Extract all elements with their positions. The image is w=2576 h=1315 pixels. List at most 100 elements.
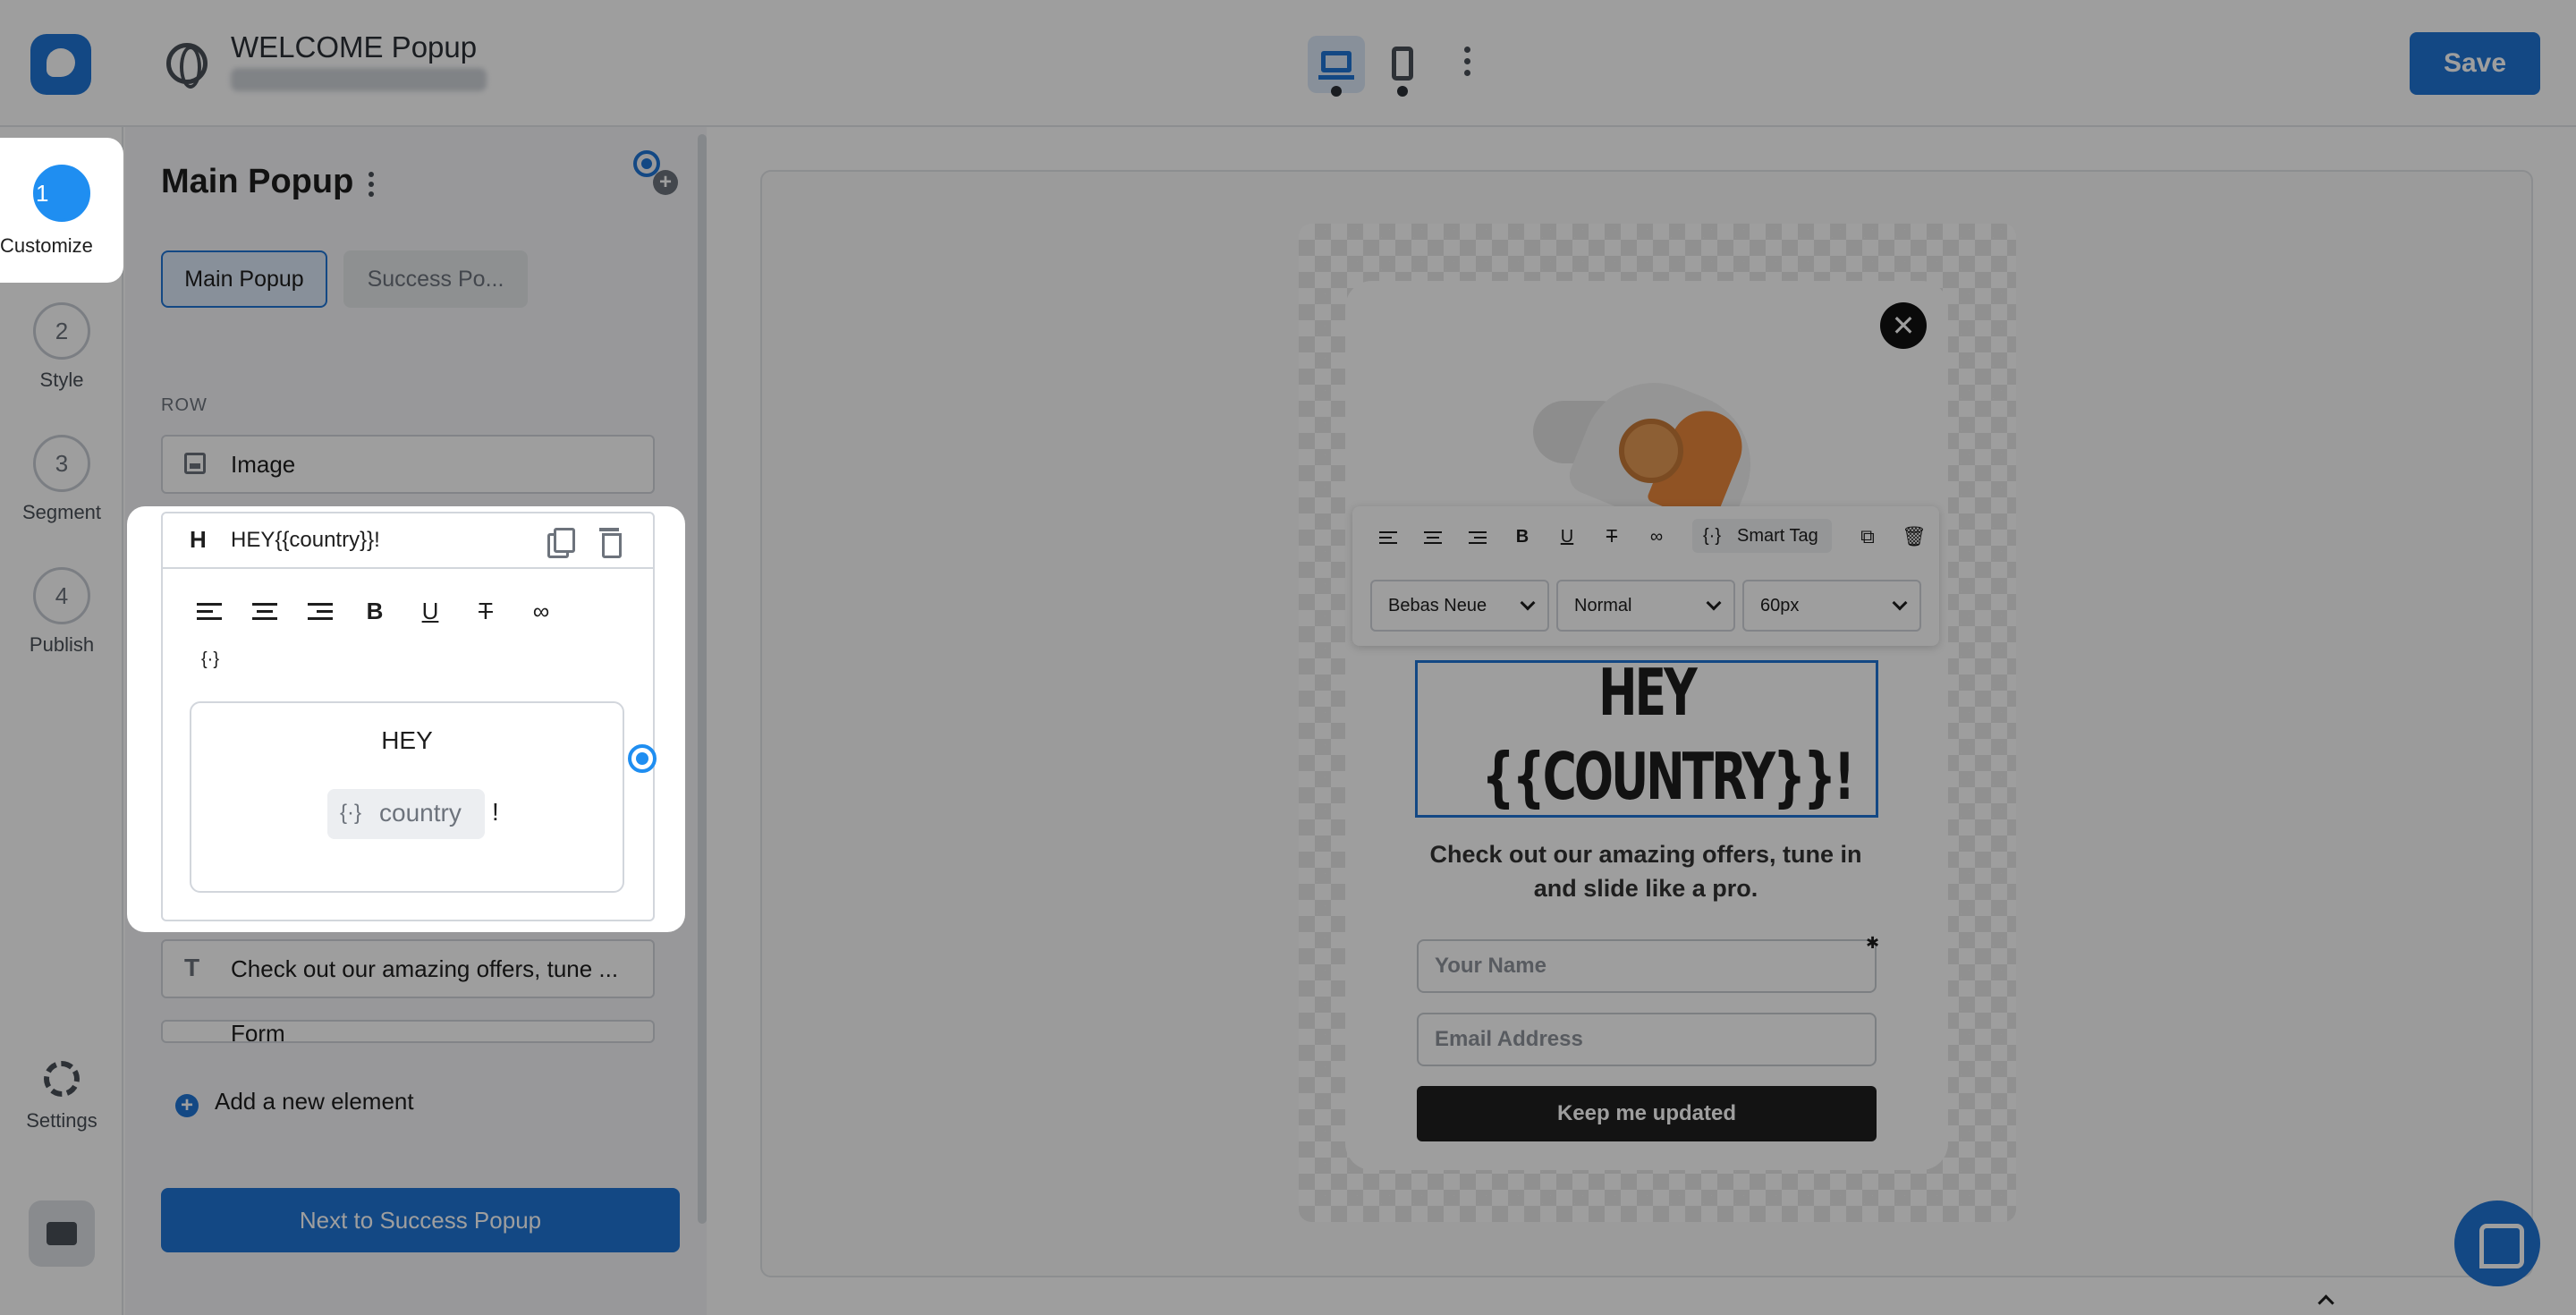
desktop-indicator-dot [1331,86,1342,97]
chevron-up-icon[interactable] [2292,1283,2361,1315]
editor-line-1: HEY [381,726,433,754]
rocket-image [1530,361,1773,550]
font-weight-select[interactable]: Normal [1556,580,1735,632]
panel-scrollbar[interactable] [698,134,707,1224]
close-icon[interactable]: ✕ [1880,302,1927,349]
font-weight-value: Normal [1574,596,1632,615]
step-label: Style [39,369,84,391]
globe-icon [166,43,208,89]
popup-url-blurred [231,68,487,91]
add-element-button[interactable]: + Add a new element [175,1088,414,1117]
step-customize[interactable]: 1 Customize [0,138,123,283]
step-number: 2 [33,302,90,360]
gear-icon [44,1061,80,1097]
briefcase-icon[interactable] [29,1200,95,1267]
tab-success-popup[interactable]: Success Po... [343,250,528,308]
save-button[interactable]: Save [2410,32,2540,95]
panel-more-icon[interactable] [367,172,376,201]
strikethrough-icon[interactable]: T [472,598,499,624]
smart-tag-icon[interactable]: {·} [197,646,224,673]
delete-icon[interactable]: 🗑 [1902,526,1927,547]
mobile-indicator-dot [1397,86,1408,97]
popup-body-text[interactable]: Check out our amazing offers, tune in an… [1413,837,1878,905]
step-label: Customize [0,234,93,257]
panel-title: Main Popup [161,163,354,200]
step-label: Segment [21,501,102,523]
more-icon[interactable] [1462,47,1472,82]
element-label: Form [231,1020,285,1043]
smart-tag-chip-label: country [379,799,462,827]
bold-icon[interactable]: B [1512,526,1533,547]
step-segment[interactable]: 3 Segment [0,435,123,524]
font-size-value: 60px [1760,596,1800,615]
link-icon[interactable]: ∞ [1646,526,1667,547]
app-logo[interactable] [30,34,91,95]
element-text[interactable]: T Check out our amazing offers, tune ... [161,939,655,998]
font-size-select[interactable]: 60px [1742,580,1921,632]
step-style[interactable]: 2 Style [0,302,123,392]
underline-icon[interactable]: U [1556,526,1578,547]
headline-line-1: HEY [1598,660,1698,730]
strikethrough-icon[interactable]: T [1601,526,1623,547]
headline-text: HEY {{COUNTRY}}! [1481,660,1855,815]
keep-updated-button[interactable]: Keep me updated [1417,1086,1877,1141]
align-right-icon[interactable] [308,603,335,630]
smart-tag-icon: {·} [340,801,362,825]
settings-label: Settings [26,1109,97,1132]
step-number: 4 [33,567,90,624]
mobile-view-button[interactable] [1374,36,1431,93]
align-center-icon[interactable] [252,603,279,630]
element-label: Image [231,451,296,478]
element-image[interactable]: Image [161,435,655,494]
headline-editable[interactable]: HEY {{COUNTRY}}! [1415,660,1878,818]
duplicate-icon[interactable]: ⧉ [1857,526,1878,547]
heading-text-editor[interactable]: HEY {·} country ! [190,701,624,893]
hotspot-indicator[interactable] [628,744,657,773]
next-to-success-button[interactable]: Next to Success Popup [161,1188,680,1252]
step-publish[interactable]: 4 Publish [0,567,123,657]
trash-icon[interactable] [599,528,622,558]
element-form[interactable]: Form [161,1020,655,1043]
smart-tag-chip[interactable]: {·} country [327,789,485,839]
duplicate-icon[interactable] [547,528,575,558]
bold-icon[interactable]: B [361,598,388,624]
smart-tag-label: Smart Tag [1737,526,1818,546]
row-label: ROW [161,395,208,415]
popup-title: WELCOME Popup [231,30,478,64]
font-family-select[interactable]: Bebas Neue [1370,580,1549,632]
headline-line-2: {{COUNTRY}}! [1481,739,1855,814]
heading-element-header: H HEY{{country}}! [163,513,653,569]
editor-suffix: ! [492,798,499,826]
align-center-icon[interactable] [1424,531,1445,553]
chevron-down-icon [1706,595,1722,611]
heading-element-title: HEY{{country}}! [231,528,380,552]
chevron-down-icon [1892,595,1908,611]
chevron-down-icon [1520,595,1536,611]
desktop-icon [1318,51,1354,80]
link-icon[interactable]: ∞ [528,598,555,624]
align-left-icon[interactable] [197,603,224,630]
required-asterisk: ✱ [1866,934,1880,952]
top-bar: WELCOME Popup Save [0,0,2576,127]
image-icon [184,453,206,474]
align-right-icon[interactable] [1469,531,1490,553]
add-target-icon[interactable]: + [653,170,678,195]
underline-icon[interactable]: U [417,598,444,624]
step-label: Publish [29,633,95,656]
rocket-window [1619,419,1683,483]
element-label: Check out our amazing offers, tune ... [231,955,619,982]
tab-main-popup[interactable]: Main Popup [161,250,327,308]
heading-element-editor[interactable]: H HEY{{country}}! B U T ∞ {·} HEY {·} cou… [161,512,655,921]
plus-icon: + [175,1094,199,1117]
mobile-icon [1392,47,1413,81]
settings-button[interactable]: Settings [0,1061,123,1133]
email-field[interactable] [1417,1013,1877,1066]
font-family-value: Bebas Neue [1388,596,1487,615]
smart-tag-button[interactable]: {·} Smart Tag [1692,519,1832,553]
align-left-icon[interactable] [1379,531,1401,553]
step-number: 3 [33,435,90,492]
name-field[interactable] [1417,939,1877,993]
text-format-toolbar: B U T ∞ {·} Smart Tag ⧉ 🗑 Bebas Neue Norm… [1352,506,1939,646]
chat-icon[interactable] [2454,1200,2540,1286]
desktop-view-button[interactable] [1308,36,1365,93]
